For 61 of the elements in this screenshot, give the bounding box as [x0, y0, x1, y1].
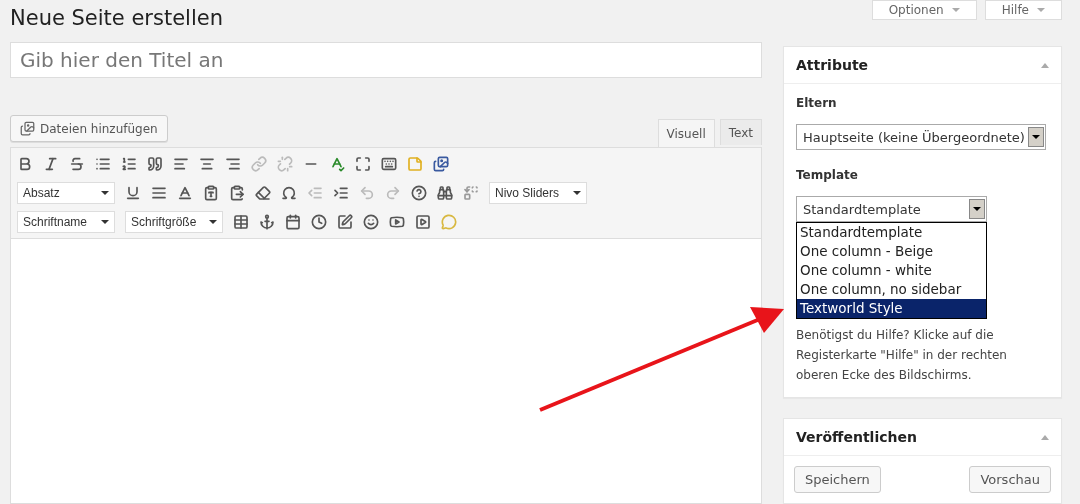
- video-icon[interactable]: [389, 214, 405, 230]
- underline-icon[interactable]: [125, 185, 141, 201]
- caret-icon: [101, 191, 109, 195]
- paste-text-icon[interactable]: [203, 185, 219, 201]
- keyboard-icon[interactable]: [381, 156, 397, 172]
- field-label: Template: [796, 168, 859, 182]
- images-icon[interactable]: [433, 156, 449, 172]
- caret-icon: [209, 220, 217, 224]
- template-select[interactable]: Standardtemplate: [796, 196, 987, 222]
- replace-icon[interactable]: [463, 185, 479, 201]
- smiley-icon[interactable]: [363, 214, 379, 230]
- bold-icon[interactable]: [17, 156, 33, 172]
- numbered-list-icon[interactable]: [121, 156, 137, 172]
- align-right-icon[interactable]: [225, 156, 241, 172]
- dropdown-button[interactable]: [969, 199, 985, 219]
- help-icon[interactable]: [411, 185, 427, 201]
- justify-icon[interactable]: [151, 185, 167, 201]
- caret-icon: [573, 191, 581, 195]
- clock-icon[interactable]: [311, 214, 327, 230]
- screen-button[interactable]: Hilfe: [984, 0, 1062, 20]
- spellcheck-icon[interactable]: [329, 156, 345, 172]
- help-text: Benötigst du Hilfe? Klicke auf die Registerkarte "Hilfe" in der rechten oberen Ecke des Bildschirms.: [796, 327, 1008, 384]
- omega-icon[interactable]: [281, 185, 297, 201]
- align-left-icon[interactable]: [173, 156, 189, 172]
- format-select[interactable]: Absatz: [17, 182, 115, 204]
- publish-button[interactable]: Speichern: [794, 466, 881, 493]
- panel-title: Veröffentlichen: [796, 429, 917, 445]
- play-icon[interactable]: [415, 214, 431, 230]
- add-media-button[interactable]: Dateien hinzufügen: [10, 115, 168, 142]
- caret-icon: [1037, 8, 1045, 12]
- quote-icon[interactable]: [147, 156, 163, 172]
- italic-icon[interactable]: [43, 156, 59, 172]
- caret-icon: [951, 8, 960, 12]
- publish-button[interactable]: Vorschau: [969, 466, 1051, 493]
- indent-icon[interactable]: [333, 185, 349, 201]
- parent-select[interactable]: Hauptseite (keine Übergeordnete): [796, 124, 1046, 150]
- template-option[interactable]: Textworld Style: [797, 299, 986, 318]
- field-label: Eltern: [796, 96, 838, 110]
- media-icon: [20, 121, 35, 136]
- editor-tab[interactable]: Text: [719, 119, 762, 145]
- binoculars-icon[interactable]: [437, 185, 453, 201]
- calendar-icon[interactable]: [285, 214, 301, 230]
- font-size-select[interactable]: Schriftgröße: [125, 211, 223, 233]
- fullscreen-icon[interactable]: [355, 156, 371, 172]
- title-input[interactable]: Gib hier den Titel an: [10, 42, 762, 78]
- align-center-icon[interactable]: [199, 156, 215, 172]
- text-color-icon[interactable]: [177, 185, 193, 201]
- table-icon[interactable]: [233, 214, 249, 230]
- panel-title: Attribute: [796, 57, 869, 73]
- slider-select[interactable]: Nivo Sliders: [489, 182, 587, 204]
- strikethrough-icon[interactable]: [69, 156, 85, 172]
- font-select[interactable]: Schriftname: [17, 211, 115, 233]
- eraser-icon[interactable]: [255, 185, 271, 201]
- edit-icon[interactable]: [337, 214, 353, 230]
- dropdown-button[interactable]: [1028, 127, 1044, 147]
- bullet-list-icon[interactable]: [95, 156, 111, 172]
- editor-tab[interactable]: Visuell: [657, 119, 715, 147]
- page-title: Neue Seite erstellen: [10, 6, 224, 30]
- anchor-icon[interactable]: [259, 214, 275, 230]
- screen-button[interactable]: Optionen: [871, 0, 977, 20]
- caret-icon: [101, 220, 109, 224]
